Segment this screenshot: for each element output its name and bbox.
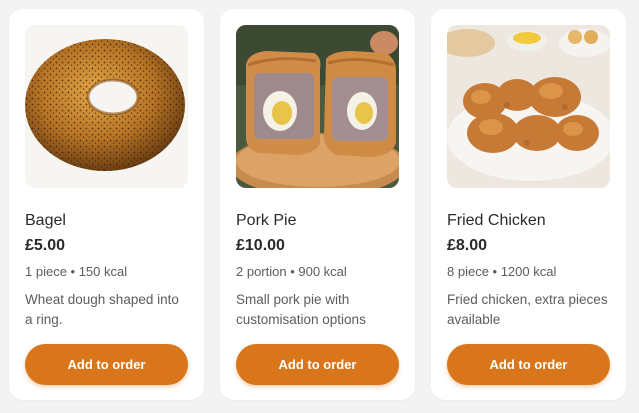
fried-chicken-illustration [447, 25, 610, 188]
product-meta: 8 piece • 1200 kcal [447, 264, 557, 279]
product-card-pork-pie: Pork Pie £10.00 2 portion • 900 kcal Sma… [220, 9, 415, 400]
product-price: £8.00 [447, 237, 488, 254]
product-card-bagel: Bagel £5.00 1 piece • 150 kcal Wheat dou… [9, 9, 204, 400]
product-description: Small pork pie with customisation option… [236, 292, 366, 327]
product-description: Wheat dough shaped into a ring. [25, 292, 179, 327]
pork-pie-illustration [236, 25, 399, 188]
product-name: Fried Chicken [447, 212, 546, 229]
fried-chicken-image [447, 25, 610, 188]
add-to-order-button[interactable]: Add to order [447, 344, 610, 385]
product-meta: 1 piece • 150 kcal [25, 264, 128, 279]
add-to-order-button[interactable]: Add to order [25, 344, 188, 385]
product-meta: 2 portion • 900 kcal [236, 264, 347, 279]
product-price: £5.00 [25, 237, 66, 254]
product-grid: Bagel £5.00 1 piece • 150 kcal Wheat dou… [0, 0, 639, 413]
product-price: £10.00 [236, 237, 285, 254]
pork-pie-image [236, 25, 399, 188]
bagel-image [25, 25, 188, 188]
product-name: Pork Pie [236, 212, 297, 229]
product-description: Fried chicken, extra pieces available [447, 292, 608, 327]
add-to-order-button[interactable]: Add to order [236, 344, 399, 385]
bagel-illustration [25, 25, 188, 188]
product-name: Bagel [25, 212, 66, 229]
product-card-fried-chicken: Fried Chicken £8.00 8 piece • 1200 kcal … [431, 9, 626, 400]
